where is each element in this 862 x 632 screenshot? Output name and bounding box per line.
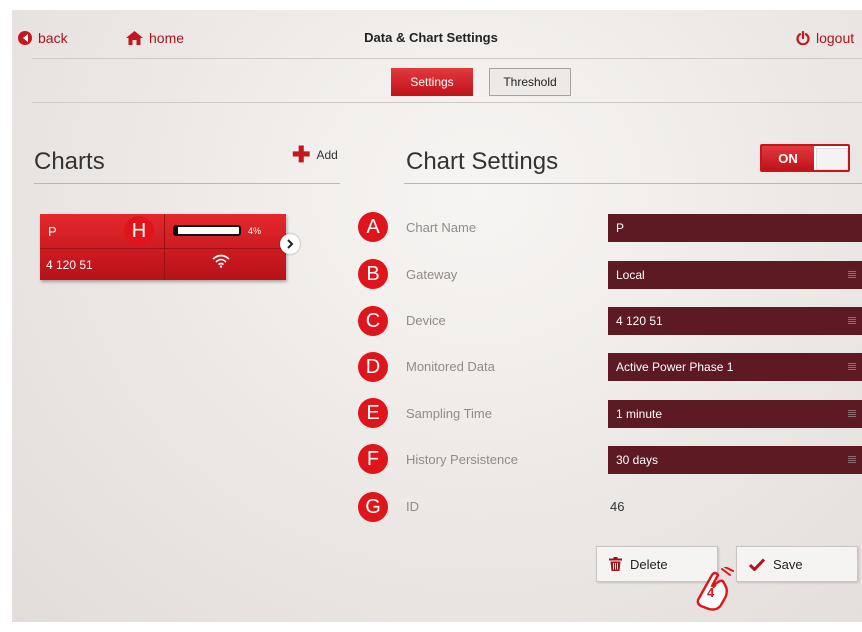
save-button[interactable]: Save (736, 546, 858, 582)
device-select[interactable]: 4 120 51 (608, 307, 862, 335)
divider (32, 102, 862, 103)
chart-settings-heading: Chart Settings (406, 148, 559, 175)
battery-bar (173, 225, 241, 236)
callout-badge-h: H (124, 216, 154, 246)
divider (34, 183, 340, 184)
callout-badge-b: B (358, 259, 388, 289)
logout-button[interactable]: logout (796, 30, 854, 46)
gateway-label: Gateway (406, 267, 458, 282)
logout-label: logout (816, 30, 855, 46)
battery-fill (175, 227, 178, 234)
chart-card[interactable]: P 4% 4 120 51 (40, 214, 286, 280)
monitored-data-value: Active Power Phase 1 (616, 360, 734, 374)
device-label: Device (406, 313, 446, 328)
add-label: Add (316, 148, 338, 162)
card-chart-name: P (48, 224, 57, 239)
callout-badge-a: A (358, 212, 388, 242)
page-title: Data & Chart Settings (364, 30, 498, 45)
divider (404, 183, 862, 184)
chart-name-field[interactable]: P (608, 214, 862, 242)
checkmark-icon (749, 557, 765, 571)
menu-icon (848, 271, 856, 278)
history-persistence-label: History Persistence (406, 452, 518, 467)
chart-name-label: Chart Name (406, 220, 477, 235)
menu-icon (848, 363, 856, 370)
callout-badge-f: F (358, 444, 388, 474)
plus-icon: ✚ (292, 142, 311, 167)
divider (32, 58, 862, 59)
menu-icon (848, 456, 856, 463)
callout-badge-d: D (358, 352, 388, 382)
gateway-value: Local (616, 268, 645, 282)
wifi-icon (212, 254, 230, 268)
toggle-on-label: ON (762, 146, 814, 170)
callout-badge-c: C (358, 306, 388, 336)
monitored-data-select[interactable]: Active Power Phase 1 (608, 353, 862, 381)
trash-icon (609, 557, 622, 571)
history-persistence-select[interactable]: 30 days (608, 446, 862, 474)
charts-heading: Charts (34, 148, 105, 175)
save-label: Save (773, 556, 803, 572)
card-device: 4 120 51 (46, 258, 93, 272)
tab-settings-label: Settings (410, 75, 454, 89)
chevron-right-icon (287, 239, 294, 249)
delete-label: Delete (630, 556, 668, 572)
power-icon (796, 31, 810, 45)
battery-percent: 4% (248, 226, 262, 236)
id-label: ID (406, 499, 419, 514)
card-next-button[interactable] (280, 234, 300, 254)
menu-icon (848, 410, 856, 417)
gateway-select[interactable]: Local (608, 261, 862, 289)
id-value: 46 (610, 499, 625, 514)
top-bar: back home Data & Chart Settings logout (12, 10, 862, 62)
tab-threshold[interactable]: Threshold (489, 68, 571, 96)
app-frame: back home Data & Chart Settings logout S… (12, 10, 862, 622)
sampling-time-value: 1 minute (616, 407, 663, 421)
tab-settings[interactable]: Settings (391, 68, 473, 96)
callout-badge-e: E (358, 398, 388, 428)
on-off-toggle[interactable]: ON (760, 144, 850, 172)
tab-threshold-label: Threshold (503, 75, 557, 89)
monitored-data-label: Monitored Data (406, 359, 495, 374)
step-number: 4 (707, 585, 715, 600)
history-persistence-value: 30 days (616, 453, 659, 467)
sampling-time-select[interactable]: 1 minute (608, 400, 862, 428)
menu-icon (848, 317, 856, 324)
add-chart-button[interactable]: ✚ Add (292, 142, 338, 167)
sampling-time-label: Sampling Time (406, 406, 492, 421)
chart-name-value: P (616, 221, 625, 235)
toggle-knob (816, 148, 848, 170)
card-separator (164, 214, 165, 280)
device-value: 4 120 51 (616, 314, 663, 328)
callout-badge-g: G (358, 492, 388, 522)
